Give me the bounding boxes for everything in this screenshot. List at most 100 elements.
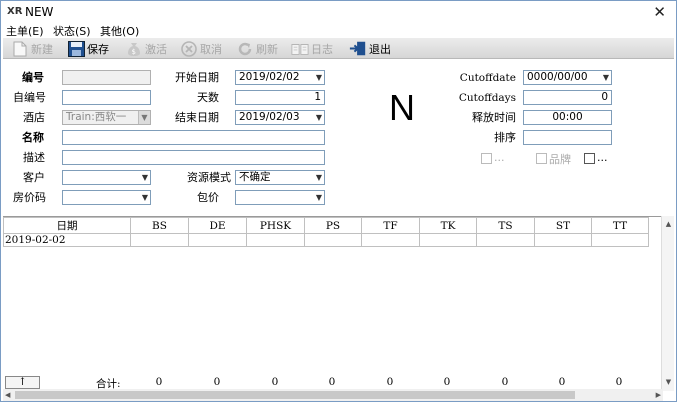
hotel-select[interactable]: Train:西软一 ▼	[62, 110, 151, 125]
description-field[interactable]	[62, 150, 325, 165]
grid-header-row: 日期 BS DE PHSK PS TF TK TS ST TT	[3, 217, 649, 234]
menu-main[interactable]: 主单(E)	[6, 23, 44, 39]
col-header-phsk[interactable]: PHSK	[246, 217, 305, 234]
table-cell[interactable]	[246, 233, 305, 247]
col-header-tt[interactable]: TT	[591, 217, 649, 234]
end-date-field[interactable]: 2019/02/03 ▼	[235, 110, 325, 125]
col-header-st[interactable]: ST	[534, 217, 592, 234]
svg-text:$: $	[132, 48, 136, 56]
start-date-label: 开始日期	[175, 71, 219, 84]
table-cell[interactable]	[419, 233, 477, 247]
total-bs: 0	[155, 376, 163, 388]
refresh-icon	[236, 40, 254, 57]
scroll-thumb[interactable]	[15, 391, 575, 399]
name-field[interactable]	[62, 130, 325, 145]
col-header-date[interactable]: 日期	[3, 217, 131, 234]
description-label: 描述	[23, 151, 45, 164]
save-button[interactable]: 保存	[67, 40, 109, 57]
package-select[interactable]: ▼	[235, 190, 325, 205]
days-label: 天数	[197, 91, 219, 104]
total-ps: 0	[328, 376, 336, 388]
col-header-tf[interactable]: TF	[361, 217, 420, 234]
chevron-down-icon: ▼	[138, 111, 150, 124]
package-label: 包价	[197, 191, 219, 204]
name-label: 名称	[22, 131, 44, 144]
option3-checkbox[interactable]	[584, 153, 595, 164]
release-time-label: 释放时间	[472, 111, 516, 124]
scroll-up-icon[interactable]: ▲	[662, 218, 675, 231]
selfcode-field[interactable]	[62, 90, 151, 105]
activate-button-label: 激活	[145, 42, 167, 56]
days-field[interactable]: 1	[235, 90, 325, 105]
chevron-down-icon: ▼	[315, 173, 322, 182]
table-row[interactable]: 2019-02-02	[3, 233, 649, 247]
customer-select[interactable]: ▼	[62, 170, 151, 185]
save-icon	[67, 40, 85, 57]
chevron-down-icon: ▼	[315, 193, 322, 202]
cutoffdate-field[interactable]: 0000/00/00 ▼	[523, 70, 612, 85]
resource-mode-select[interactable]: 不确定 ▼	[235, 170, 325, 185]
exit-button[interactable]: 退出	[349, 40, 391, 57]
table-cell[interactable]	[130, 233, 189, 247]
table-cell[interactable]	[188, 233, 247, 247]
ratecode-label: 房价码	[13, 191, 46, 204]
grid-table: 日期 BS DE PHSK PS TF TK TS ST TT 2019-02-…	[3, 217, 649, 247]
table-cell[interactable]	[476, 233, 535, 247]
scroll-down-icon[interactable]: ▼	[662, 376, 675, 389]
sort-label: 排序	[494, 131, 516, 144]
end-date-value: 2019/02/03	[239, 111, 300, 123]
resource-mode-label: 资源模式	[187, 171, 231, 184]
total-phsk: 0	[271, 376, 279, 388]
horizontal-scrollbar[interactable]: ◀ ▶	[3, 389, 663, 401]
table-cell[interactable]	[304, 233, 362, 247]
table-cell[interactable]	[534, 233, 592, 247]
table-cell[interactable]: 2019-02-02	[3, 233, 131, 247]
app-window: XR NEW ✕ 主单(E) 状态(S) 其他(O) 新建 保存 $ 激活 取消…	[0, 0, 677, 402]
col-header-ts[interactable]: TS	[476, 217, 535, 234]
col-header-bs[interactable]: BS	[130, 217, 189, 234]
brand-label: 品牌	[549, 153, 571, 166]
option1-checkbox[interactable]	[481, 153, 492, 164]
brand-checkbox[interactable]	[536, 153, 547, 164]
activate-button[interactable]: $ 激活	[125, 40, 167, 57]
new-button[interactable]: 新建	[11, 40, 53, 57]
close-icon[interactable]: ✕	[653, 3, 666, 21]
vertical-scrollbar[interactable]: ▲ ▼	[661, 216, 674, 391]
table-cell[interactable]	[591, 233, 649, 247]
menu-other[interactable]: 其他(O)	[100, 23, 139, 39]
cancel-button[interactable]: 取消	[180, 40, 222, 57]
cutoffdays-field[interactable]: 0	[523, 90, 612, 105]
total-st: 0	[558, 376, 566, 388]
refresh-button[interactable]: 刷新	[236, 40, 278, 57]
code-field[interactable]	[62, 70, 151, 85]
new-button-label: 新建	[31, 42, 53, 56]
ratecode-select[interactable]: ▼	[62, 190, 151, 205]
resource-mode-value: 不确定	[239, 171, 271, 183]
col-header-tk[interactable]: TK	[419, 217, 477, 234]
cutoffdays-label: Cutoffdays	[458, 92, 516, 104]
money-bag-icon: $	[125, 40, 143, 57]
log-button[interactable]: 日志	[291, 40, 333, 57]
start-date-value: 2019/02/02	[239, 71, 300, 83]
chevron-down-icon: ▼	[315, 73, 322, 82]
menu-status[interactable]: 状态(S)	[53, 23, 91, 39]
code-label: 编号	[22, 71, 44, 84]
scroll-right-icon[interactable]: ▶	[656, 389, 661, 401]
col-header-ps[interactable]: PS	[304, 217, 362, 234]
chevron-down-icon: ▼	[141, 173, 148, 182]
chevron-down-icon: ▼	[602, 73, 609, 82]
table-cell[interactable]	[361, 233, 420, 247]
sort-arrow-button[interactable]: ↑	[5, 376, 40, 389]
col-header-de[interactable]: DE	[188, 217, 247, 234]
start-date-field[interactable]: 2019/02/02 ▼	[235, 70, 325, 85]
chevron-down-icon: ▼	[315, 113, 322, 122]
release-time-field[interactable]: 00:00	[523, 110, 612, 125]
total-tt: 0	[615, 376, 623, 388]
app-logo: XR	[7, 6, 23, 17]
scroll-left-icon[interactable]: ◀	[5, 389, 10, 401]
exit-button-label: 退出	[369, 42, 391, 56]
option3-label: ...	[597, 151, 608, 164]
data-grid[interactable]: 日期 BS DE PHSK PS TF TK TS ST TT 2019-02-…	[3, 216, 674, 376]
save-button-label: 保存	[87, 42, 109, 56]
sort-field[interactable]	[523, 130, 612, 145]
